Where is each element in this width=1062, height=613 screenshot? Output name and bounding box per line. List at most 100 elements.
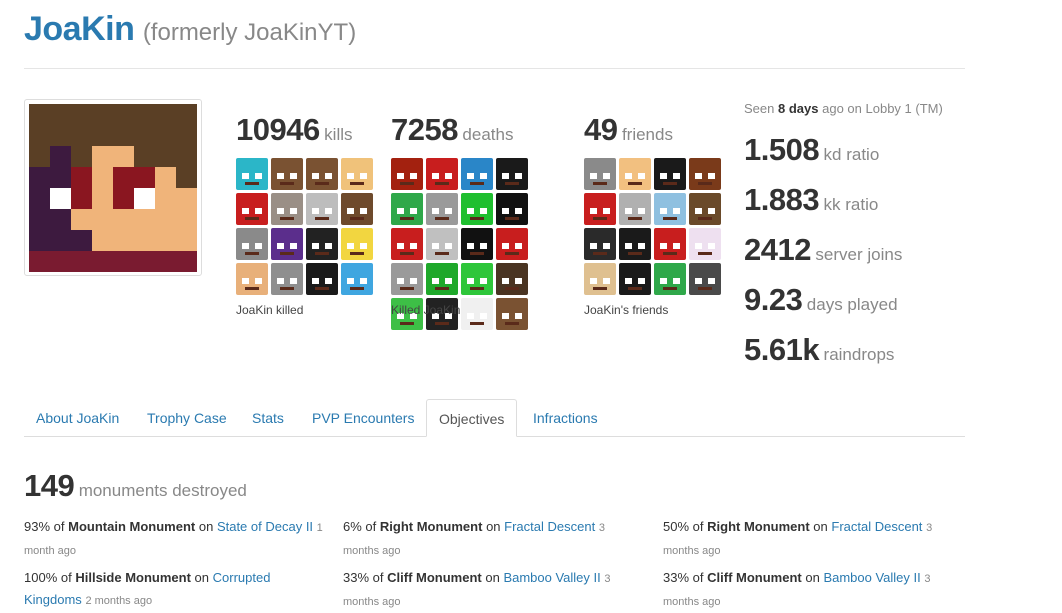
player-head-avatar[interactable] [496,193,528,225]
player-head-avatar[interactable] [426,228,458,260]
head-eye [277,243,284,249]
player-head-avatar[interactable] [391,263,423,295]
head-eye [242,278,249,284]
objective-of: of [53,519,65,534]
head-eye [590,243,597,249]
head-eye [432,173,439,179]
objective-percent: 33% [343,570,370,585]
player-head-avatar[interactable] [654,158,686,190]
player-head-avatar[interactable] [341,193,373,225]
player-head-avatar[interactable] [271,228,303,260]
player-head-avatar[interactable] [584,263,616,295]
head-mouth [663,182,677,185]
tab-stats[interactable]: Stats [240,399,296,436]
player-head-avatar[interactable] [391,193,423,225]
player-head-avatar[interactable] [461,193,493,225]
head-eye [312,278,319,284]
player-head-avatar[interactable] [619,228,651,260]
player-head-avatar[interactable] [461,158,493,190]
head-eye [660,173,667,179]
objective-map-link[interactable]: Fractal Descent [831,519,922,534]
player-head-avatar[interactable] [689,158,721,190]
player-head-avatar[interactable] [654,263,686,295]
tab-about[interactable]: About JoaKin [24,399,131,436]
player-head-avatar[interactable] [341,228,373,260]
player-head-avatar[interactable] [306,228,338,260]
player-head-avatar[interactable] [461,228,493,260]
head-eye [467,243,474,249]
head-mouth [505,287,519,290]
player-head-avatar[interactable] [461,298,493,330]
player-head-avatar[interactable] [236,158,268,190]
head-mouth [663,217,677,220]
player-head-avatar[interactable] [391,228,423,260]
player-head-avatar[interactable] [496,228,528,260]
head-mouth [245,287,259,290]
player-head-avatar[interactable] [619,193,651,225]
player-head-avatar[interactable] [619,158,651,190]
tab-pvp-encounters[interactable]: PVP Encounters [300,399,426,436]
player-head-avatar[interactable] [306,263,338,295]
tab-infractions[interactable]: Infractions [521,399,610,436]
head-eye [603,173,610,179]
player-head-avatar[interactable] [654,228,686,260]
player-head-avatar[interactable] [426,193,458,225]
objective-monument: Right Monument [707,519,810,534]
head-mouth [505,182,519,185]
objective-map-link[interactable]: Bamboo Valley II [823,570,920,585]
player-head-avatar[interactable] [271,263,303,295]
player-head-avatar[interactable] [584,158,616,190]
player-head-avatar[interactable] [306,158,338,190]
killed-heads-grid [236,158,373,295]
player-head-avatar[interactable] [426,263,458,295]
objective-on: on [194,570,209,585]
objective-map-link[interactable]: State of Decay II [217,519,313,534]
kk-ratio-stat: 1.883 kk ratio [744,182,878,218]
objective-map-link[interactable]: Fractal Descent [504,519,595,534]
head-mouth [505,217,519,220]
head-eye [603,243,610,249]
head-mouth [698,182,712,185]
tab-trophy-case[interactable]: Trophy Case [135,399,239,436]
player-head-avatar[interactable] [271,158,303,190]
player-head-avatar[interactable] [654,193,686,225]
head-eye [312,208,319,214]
player-head-avatar[interactable] [496,158,528,190]
player-head-avatar[interactable] [341,158,373,190]
player-head-avatar[interactable] [306,193,338,225]
objective-map-link[interactable]: Bamboo Valley II [503,570,600,585]
player-head-avatar[interactable] [689,263,721,295]
player-head-avatar[interactable] [236,263,268,295]
player-head-avatar[interactable] [496,263,528,295]
player-head-avatar[interactable] [619,263,651,295]
server-joins-value: 2412 [744,232,811,267]
objective-percent: 50% [663,519,690,534]
player-head-avatar[interactable] [271,193,303,225]
player-head-avatar[interactable] [461,263,493,295]
player-head-avatar[interactable] [341,263,373,295]
player-head-avatar[interactable] [689,228,721,260]
player-head-avatar[interactable] [236,193,268,225]
player-head-avatar[interactable] [496,298,528,330]
player-head-avatar[interactable] [584,228,616,260]
head-eye [255,208,262,214]
raindrops-value: 5.61k [744,332,820,367]
objective-monument: Mountain Monument [68,519,196,534]
raindrops-unit: raindrops [823,345,895,364]
head-mouth [245,252,259,255]
kills-caption: JoaKin killed [236,303,304,317]
player-head-avatar[interactable] [236,228,268,260]
player-head-avatar[interactable] [426,158,458,190]
tab-objectives[interactable]: Objectives [426,399,518,437]
head-mouth [280,287,294,290]
head-eye [432,208,439,214]
head-eye [603,208,610,214]
head-mouth [505,322,519,325]
head-eye [660,208,667,214]
head-eye [467,173,474,179]
head-eye [708,208,715,214]
head-eye [432,243,439,249]
player-head-avatar[interactable] [391,158,423,190]
player-head-avatar[interactable] [584,193,616,225]
player-head-avatar[interactable] [689,193,721,225]
